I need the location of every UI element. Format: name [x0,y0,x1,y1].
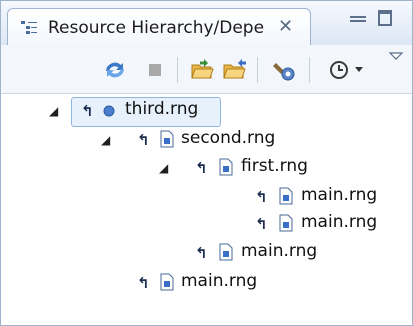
configure-icon[interactable] [271,57,297,83]
toolbar-separator [309,57,310,83]
dependency-arrow-icon: ↰ [137,131,150,149]
hierarchy-tree: ◢ ↰ third.rng ◢ ↰ second.rng ◢ ↰ first.r… [1,93,412,325]
hierarchy-view-icon [21,21,37,34]
open-folder-icon[interactable] [189,57,215,83]
rng-file-icon [279,187,293,205]
rng-file-icon [219,243,233,261]
open-folder-alt-icon[interactable] [221,57,247,83]
dependency-arrow-icon: ↰ [195,244,208,262]
tree-item-label: third.rng [125,99,199,119]
dependency-arrow-icon: ↰ [195,159,208,177]
tree-item-label: second.rng [181,128,276,148]
view-tab-bar: Resource Hierarchy/Depe ✕ [1,1,412,46]
tree-item[interactable]: ↰ main.rng [1,184,401,210]
rng-file-icon [219,158,233,176]
resource-hierarchy-view: Resource Hierarchy/Depe ✕ ◢ ↰ third.rng … [0,0,413,326]
tree-item[interactable]: ◢ ↰ first.rng [1,155,331,181]
view-toolbar [1,45,412,94]
maximize-icon[interactable] [378,10,392,26]
rng-file-icon [279,214,293,232]
view-title: Resource Hierarchy/Depe [48,18,265,38]
minimize-icon[interactable] [350,16,366,18]
refresh-icon[interactable] [102,57,128,83]
tree-item[interactable]: ↰ main.rng [1,240,361,266]
tree-item[interactable]: ◢ ↰ second.rng [1,127,301,153]
rng-file-icon [160,273,174,291]
rng-file-icon [160,130,174,148]
tree-item-label: main.rng [181,271,258,291]
history-icon[interactable] [327,57,373,83]
collapse-toggle-icon[interactable]: ◢ [49,104,58,118]
tree-item-label: main.rng [301,212,378,232]
dependency-arrow-icon: ↰ [81,102,94,120]
dependency-arrow-icon: ↰ [255,215,268,233]
close-icon[interactable]: ✕ [278,16,293,37]
tree-item-label: main.rng [301,185,378,205]
collapse-toggle-icon[interactable]: ◢ [101,133,110,147]
current-resource-icon [103,105,115,117]
window-controls [346,7,400,29]
view-menu-icon[interactable] [388,49,404,63]
tree-item-label: first.rng [241,156,308,176]
collapse-toggle-icon[interactable]: ◢ [159,161,168,175]
stop-icon[interactable] [142,57,168,83]
tree-item[interactable]: ↰ main.rng [1,270,301,296]
tree-item-root[interactable]: ◢ ↰ third.rng [1,98,231,124]
tree-item[interactable]: ↰ main.rng [1,211,401,237]
dependency-arrow-icon: ↰ [255,188,268,206]
view-tab[interactable]: Resource Hierarchy/Depe ✕ [7,8,311,46]
toolbar-separator [177,57,178,83]
dependency-arrow-icon: ↰ [137,274,150,292]
tree-item-label: main.rng [241,241,318,261]
toolbar-separator [257,57,258,83]
